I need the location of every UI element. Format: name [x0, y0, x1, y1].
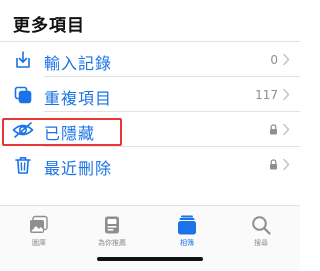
- more-items-list: 輸入記錄 0 重複項目 117 已隱藏 最近刪除: [0, 42, 300, 182]
- lock-icon: [269, 157, 278, 172]
- library-icon: [30, 215, 48, 233]
- row-duplicates[interactable]: 重複項目 117: [0, 77, 300, 112]
- row-count-duplicates: 117: [255, 87, 278, 102]
- home-indicator: [97, 257, 203, 261]
- row-imports[interactable]: 輸入記錄 0: [0, 42, 300, 77]
- chevron-right-icon: [283, 123, 290, 136]
- tab-bar: 圖庫 為你推薦 相簿 搜尋: [0, 205, 300, 271]
- row-label-recently-deleted: 最近刪除: [44, 159, 113, 178]
- row-label-duplicates: 重複項目: [44, 89, 113, 108]
- search-icon: [252, 216, 271, 235]
- tab-label-for-you: 為你推薦: [98, 239, 126, 247]
- albums-icon: [178, 215, 196, 235]
- chevron-right-icon: [283, 158, 290, 171]
- row-count-imports: 0: [270, 52, 278, 67]
- chevron-right-icon: [283, 88, 290, 101]
- tab-for-you[interactable]: 為你推薦: [82, 214, 142, 254]
- tab-label-library: 圖庫: [32, 239, 46, 247]
- tab-library[interactable]: 圖庫: [9, 214, 69, 254]
- highlight-box: [2, 118, 122, 146]
- chevron-right-icon: [283, 53, 290, 66]
- for-you-icon: [105, 216, 119, 234]
- tab-label-albums: 相簿: [180, 239, 194, 247]
- row-label-imports: 輸入記錄: [44, 54, 113, 73]
- lock-icon: [269, 122, 278, 137]
- trash-icon: [12, 155, 34, 175]
- tab-label-search: 搜尋: [254, 239, 268, 247]
- import-icon: [12, 50, 34, 70]
- tab-albums[interactable]: 相簿: [157, 214, 217, 254]
- row-recently-deleted[interactable]: 最近刪除: [0, 147, 300, 182]
- duplicate-icon: [12, 85, 34, 105]
- section-title: 更多項目: [13, 16, 85, 36]
- tab-search[interactable]: 搜尋: [231, 214, 291, 254]
